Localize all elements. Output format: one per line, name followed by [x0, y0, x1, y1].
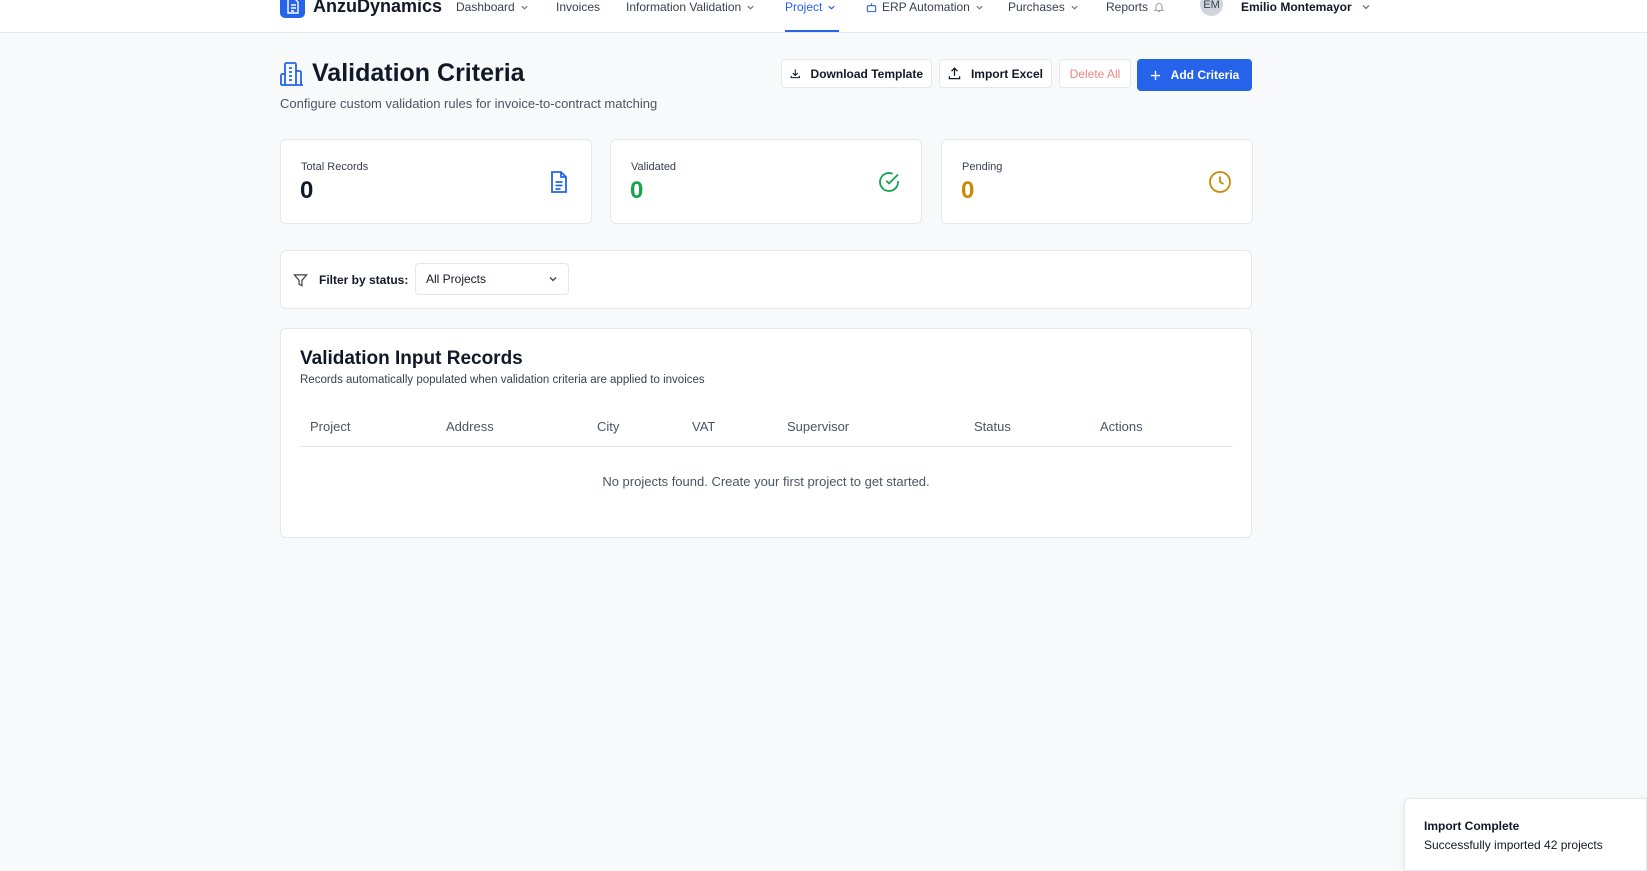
empty-state-message: No projects found. Create your first pro… [602, 474, 930, 489]
check-circle-icon [879, 172, 899, 192]
nav-information-validation-label: Information Validation [626, 0, 742, 14]
chevron-down-icon[interactable] [1361, 2, 1371, 12]
upload-icon [948, 67, 961, 80]
filter-bar: Filter by status: All Projects [280, 250, 1252, 309]
records-title: Validation Input Records [300, 348, 523, 369]
nav-invoices-label: Invoices [556, 0, 601, 14]
top-navigation: AnzuDynamics Dashboard Invoices Informat… [0, 0, 1647, 33]
brand[interactable]: AnzuDynamics [280, 0, 442, 18]
chevron-down-icon [828, 5, 835, 10]
import-excel-label: Import Excel [970, 66, 1043, 81]
download-icon [790, 69, 800, 79]
stat-card-validated: Validated 0 [610, 139, 922, 224]
nav-project-label: Project [785, 0, 823, 14]
status-filter-value: All Projects [426, 272, 487, 286]
page-title: Validation Criteria [312, 59, 525, 87]
column-header-supervisor: Supervisor [787, 419, 850, 434]
nav-reports[interactable]: Reports [1106, 0, 1165, 14]
toast-title: Import Complete [1424, 819, 1520, 833]
download-template-label: Download Template [810, 66, 923, 81]
page-header: Validation Criteria [280, 59, 525, 88]
status-filter-select[interactable]: All Projects [415, 263, 569, 295]
nav-reports-label: Reports [1106, 0, 1149, 14]
import-excel-button[interactable]: Import Excel [939, 59, 1052, 88]
column-header-vat: VAT [692, 419, 716, 434]
add-criteria-button[interactable]: Add Criteria [1137, 59, 1252, 91]
stat-card-total: Total Records 0 [280, 139, 592, 224]
stat-label: Total Records [301, 161, 369, 173]
delete-all-button[interactable]: Delete All [1059, 59, 1131, 88]
nav-invoices[interactable]: Invoices [556, 0, 600, 14]
chevron-down-icon [521, 5, 528, 10]
document-logo-icon [280, 0, 305, 18]
add-criteria-label: Add Criteria [1170, 68, 1240, 82]
page-subtitle: Configure custom validation rules for in… [280, 96, 658, 111]
records-subtitle: Records automatically populated when val… [300, 374, 705, 386]
nav-dashboard[interactable]: Dashboard [456, 0, 529, 14]
nav-erp-automation-label: ERP Automation [882, 0, 970, 14]
nav-dashboard-label: Dashboard [456, 0, 515, 14]
plus-icon [1150, 70, 1160, 80]
chevron-down-icon [1071, 5, 1078, 10]
stat-value: 0 [630, 177, 644, 204]
stat-value: 0 [300, 177, 314, 204]
column-header-status: Status [974, 419, 1011, 434]
robot-icon [866, 2, 877, 12]
toast-message: Successfully imported 42 projects [1424, 838, 1603, 852]
column-header-project: Project [310, 419, 351, 434]
column-header-city: City [597, 419, 620, 434]
records-card: Validation Input Records Records automat… [280, 328, 1252, 538]
download-template-button[interactable]: Download Template [781, 59, 932, 88]
nav-active-indicator [785, 30, 839, 32]
nav-project[interactable]: Project [785, 0, 836, 14]
toast-notification[interactable]: Import Complete Successfully imported 42… [1404, 798, 1647, 871]
column-header-actions: Actions [1100, 419, 1143, 434]
column-header-address: Address [446, 419, 494, 434]
chevron-down-icon [747, 5, 754, 10]
stat-label: Validated [631, 161, 677, 173]
file-text-icon [551, 171, 567, 193]
filter-icon [293, 274, 308, 287]
user-name[interactable]: Emilio Montemayor [1241, 0, 1352, 14]
nav-erp-automation[interactable]: ERP Automation [866, 0, 984, 14]
clock-icon [1209, 171, 1231, 193]
stat-value: 0 [961, 177, 975, 204]
avatar[interactable]: EM [1200, 0, 1223, 16]
table-header-divider [300, 446, 1233, 447]
bell-icon[interactable] [1153, 1, 1165, 13]
nav-purchases[interactable]: Purchases [1008, 0, 1079, 14]
stat-label: Pending [962, 161, 1003, 173]
brand-name: AnzuDynamics [313, 0, 443, 16]
chevron-down-icon [976, 5, 983, 10]
nav-information-validation[interactable]: Information Validation [626, 0, 755, 14]
nav-purchases-label: Purchases [1008, 0, 1065, 14]
filter-label: Filter by status: [319, 273, 409, 287]
building-icon [280, 61, 303, 86]
chevron-down-icon [549, 277, 557, 282]
stat-card-pending: Pending 0 [941, 139, 1253, 224]
